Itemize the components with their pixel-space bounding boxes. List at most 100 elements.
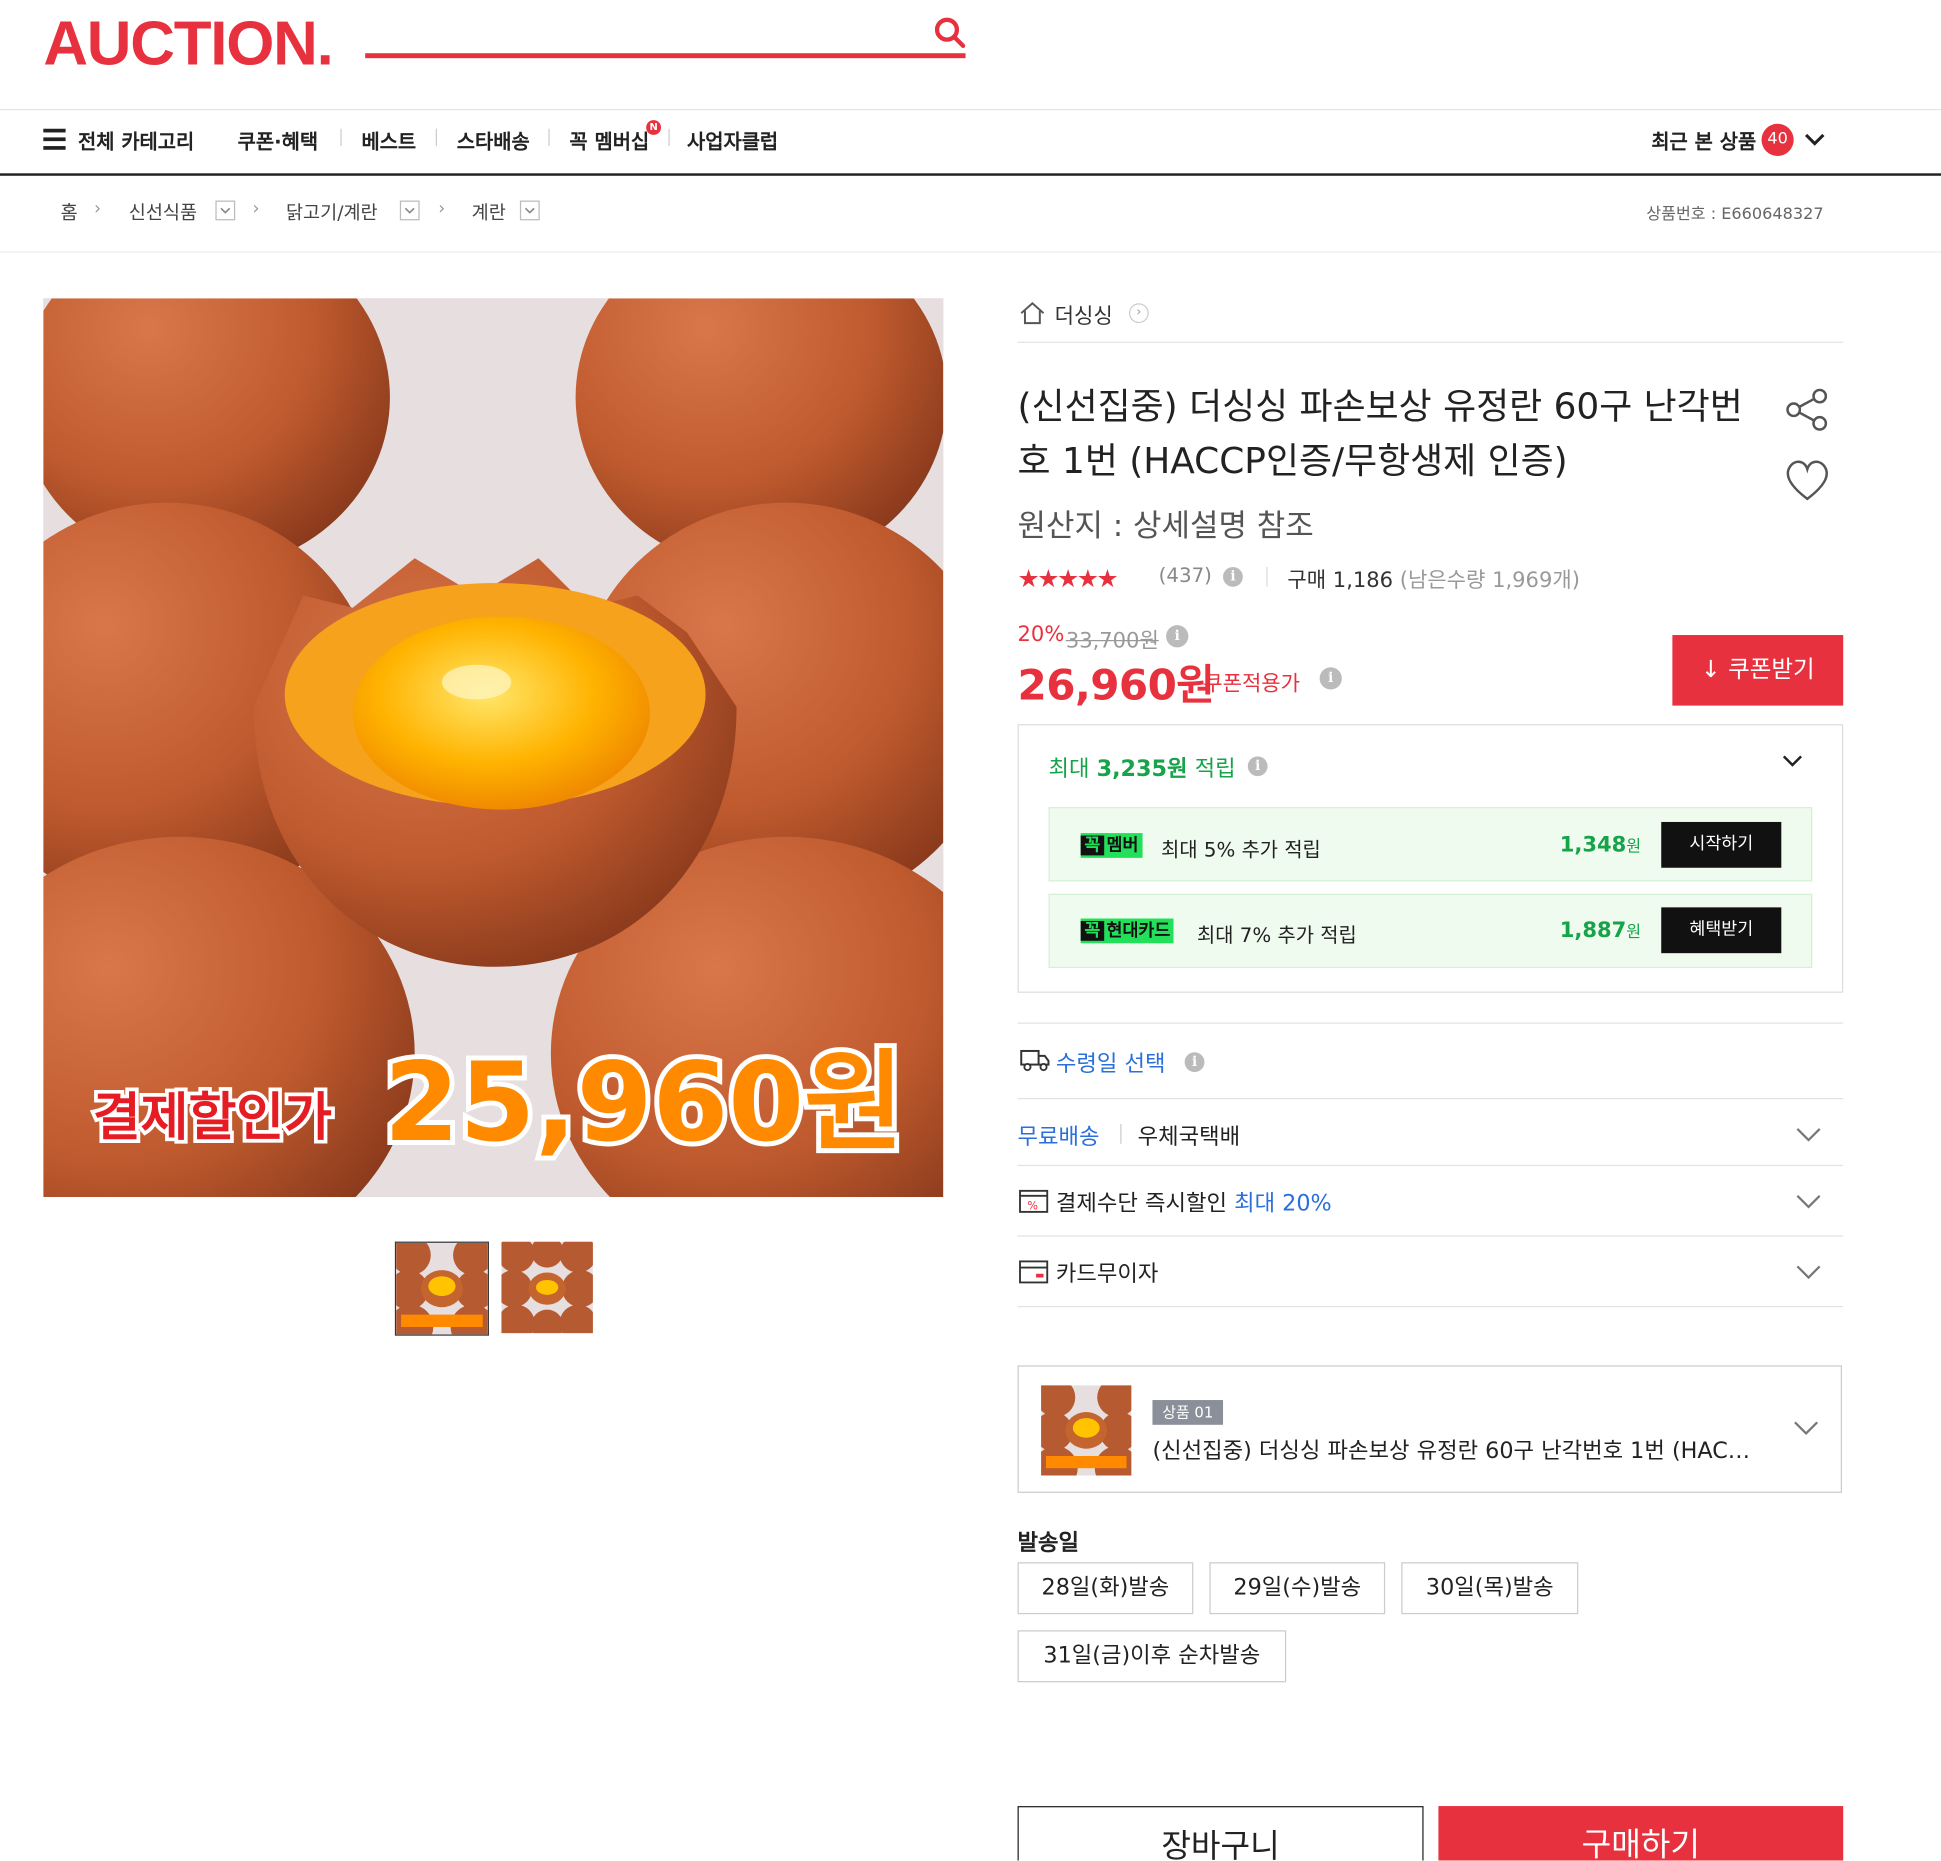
- chevron-down-icon[interactable]: [1795, 1264, 1822, 1281]
- new-badge: N: [646, 120, 662, 135]
- download-icon: ↓: [1700, 656, 1721, 684]
- svg-text:%: %: [1027, 1199, 1038, 1212]
- reward-desc: 최대 7% 추가 적립: [1197, 923, 1357, 947]
- start-membership-button[interactable]: 시작하기: [1661, 821, 1782, 868]
- add-to-cart-button[interactable]: 장바구니: [1017, 1806, 1424, 1861]
- breadcrumb-level2[interactable]: 닭고기/계란: [286, 199, 378, 225]
- buy-now-button[interactable]: 구매하기: [1438, 1806, 1844, 1861]
- coupon-percent-icon: %: [1019, 1189, 1049, 1213]
- breadcrumb-level1[interactable]: 신선식품: [129, 199, 197, 225]
- get-coupon-button[interactable]: ↓ 쿠폰받기: [1672, 635, 1844, 706]
- max-reward-title[interactable]: 최대 3,235원 적립: [1048, 751, 1235, 783]
- member-tag: 꼭 멤버: [1080, 833, 1143, 858]
- menu-icon[interactable]: [43, 128, 66, 150]
- coupon-applied-label: 쿠폰적용가: [1203, 672, 1301, 697]
- sale-price: 26,960원: [1017, 661, 1215, 711]
- info-icon[interactable]: i: [1184, 1052, 1205, 1073]
- nav-separator: [668, 128, 670, 147]
- breadcrumb-arrow-icon: ›: [94, 199, 102, 220]
- chevron-down-icon[interactable]: [1792, 1420, 1819, 1437]
- nav-membership[interactable]: 꼭 멤버십: [569, 125, 649, 155]
- all-categories-button[interactable]: 전체 카테고리: [78, 125, 194, 155]
- origin-info: 원산지 : 상세설명 참조: [1017, 507, 1314, 544]
- separator: [1120, 1123, 1122, 1144]
- divider: [1017, 1235, 1844, 1237]
- ship-date-option[interactable]: 30일(목)발송: [1401, 1562, 1579, 1615]
- nav-business-club[interactable]: 사업자클럽: [687, 125, 778, 155]
- thumbnail-1[interactable]: [394, 1241, 489, 1336]
- search-icon[interactable]: [932, 15, 967, 50]
- breadcrumb-divider: [0, 251, 1941, 253]
- carrier-name: 우체국택배: [1137, 1123, 1241, 1150]
- info-icon[interactable]: i: [1247, 756, 1268, 777]
- nav-separator: [548, 128, 550, 147]
- ship-date-option[interactable]: 31일(금)이후 순차발송: [1017, 1630, 1287, 1683]
- option-name: (신선집중) 더싱싱 파손보상 유정란 60구 난각번호 1번 (HACCP인증…: [1152, 1438, 1759, 1465]
- info-icon[interactable]: i: [1166, 625, 1189, 648]
- nav-best[interactable]: 베스트: [361, 125, 416, 155]
- divider: [1017, 1097, 1844, 1100]
- info-icon[interactable]: i: [1223, 566, 1243, 587]
- nav-separator: [435, 128, 437, 147]
- card-icon: [1019, 1260, 1049, 1284]
- separator: [1266, 566, 1268, 587]
- selected-option-box[interactable]: [1017, 1365, 1842, 1493]
- card-installment[interactable]: 카드무이자: [1056, 1256, 1159, 1288]
- ship-date-option[interactable]: 28일(화)발송: [1017, 1562, 1194, 1615]
- store-home-icon[interactable]: [1019, 301, 1046, 326]
- page: AUCTION. 전체 카테고리 쿠폰·혜택 베스트 스타배송 꼭 멤버십 N …: [0, 0, 1941, 1861]
- nav-divider-bottom: [0, 173, 1941, 176]
- product-main-image[interactable]: 결제할인가 25,960원: [43, 298, 944, 1198]
- breadcrumb-arrow-icon: ›: [438, 199, 446, 220]
- store-name[interactable]: 더싱싱: [1055, 298, 1113, 330]
- nav-coupon-benefit[interactable]: 쿠폰·혜택: [238, 125, 318, 155]
- store-arrow-icon[interactable]: ›: [1128, 303, 1149, 324]
- recent-products-button[interactable]: 최근 본 상품: [1651, 125, 1756, 155]
- star-rating: ★★★★★: [1017, 563, 1119, 593]
- breadcrumb-arrow-icon: ›: [252, 199, 260, 220]
- nav-divider-top: [0, 108, 1941, 111]
- thumbnail-2[interactable]: [501, 1241, 593, 1334]
- divider: [1017, 1022, 1844, 1024]
- receive-date-select[interactable]: 수령일 선택: [1056, 1046, 1166, 1078]
- search-input[interactable]: [365, 53, 966, 59]
- nav-star-delivery[interactable]: 스타배송: [457, 125, 530, 155]
- chevron-down-icon[interactable]: [1795, 1126, 1822, 1143]
- ship-date-label: 발송일: [1017, 1530, 1080, 1557]
- reward-amount: 1,887원: [1559, 918, 1642, 944]
- product-title: (신선집중) 더싱싱 파손보상 유정란 60구 난각번호 1번 (HACCP인증…: [1017, 384, 1743, 482]
- dropdown-icon[interactable]: [215, 200, 236, 221]
- reward-desc: 최대 5% 추가 적립: [1161, 838, 1321, 862]
- divider: [1017, 1164, 1844, 1167]
- chevron-down-icon[interactable]: [1780, 753, 1805, 770]
- stock-remaining: (남은수량 1,969개): [1399, 568, 1580, 593]
- nav-separator: [340, 128, 342, 147]
- auction-logo[interactable]: AUCTION.: [43, 7, 333, 79]
- purchase-count: 구매 1,186: [1287, 568, 1394, 593]
- chevron-down-icon[interactable]: [1804, 132, 1826, 147]
- review-count[interactable]: (437): [1159, 563, 1212, 587]
- breadcrumb-home[interactable]: 홈: [61, 199, 78, 225]
- heart-icon[interactable]: [1783, 457, 1833, 504]
- ship-date-option[interactable]: 29일(수)발송: [1209, 1562, 1386, 1615]
- payment-discount[interactable]: 결제수단 즉시할인 최대 20%: [1056, 1186, 1332, 1218]
- chevron-down-icon[interactable]: [1795, 1193, 1822, 1210]
- reward-amount: 1,348원: [1559, 833, 1642, 858]
- info-icon[interactable]: i: [1319, 667, 1342, 690]
- banner-label: 결제할인가: [93, 1088, 332, 1148]
- free-shipping-label: 무료배송: [1017, 1123, 1100, 1150]
- dropdown-icon[interactable]: [399, 200, 420, 221]
- dropdown-icon[interactable]: [519, 200, 540, 221]
- breadcrumb-level3[interactable]: 계란: [472, 199, 506, 225]
- eggs-photo: 결제할인가 25,960원: [43, 298, 944, 1198]
- truck-icon: [1020, 1049, 1050, 1072]
- get-benefit-button[interactable]: 혜택받기: [1661, 907, 1782, 954]
- option-thumbnail: [1041, 1385, 1132, 1476]
- product-number: 상품번호 : E660648327: [1646, 205, 1824, 225]
- share-icon[interactable]: [1783, 385, 1833, 435]
- original-price: 33,700원: [1065, 628, 1159, 654]
- discount-percent: 20%: [1017, 622, 1065, 648]
- divider: [1017, 341, 1844, 343]
- banner-price: 25,960원: [384, 1039, 905, 1166]
- get-coupon-label: 쿠폰받기: [1728, 656, 1815, 684]
